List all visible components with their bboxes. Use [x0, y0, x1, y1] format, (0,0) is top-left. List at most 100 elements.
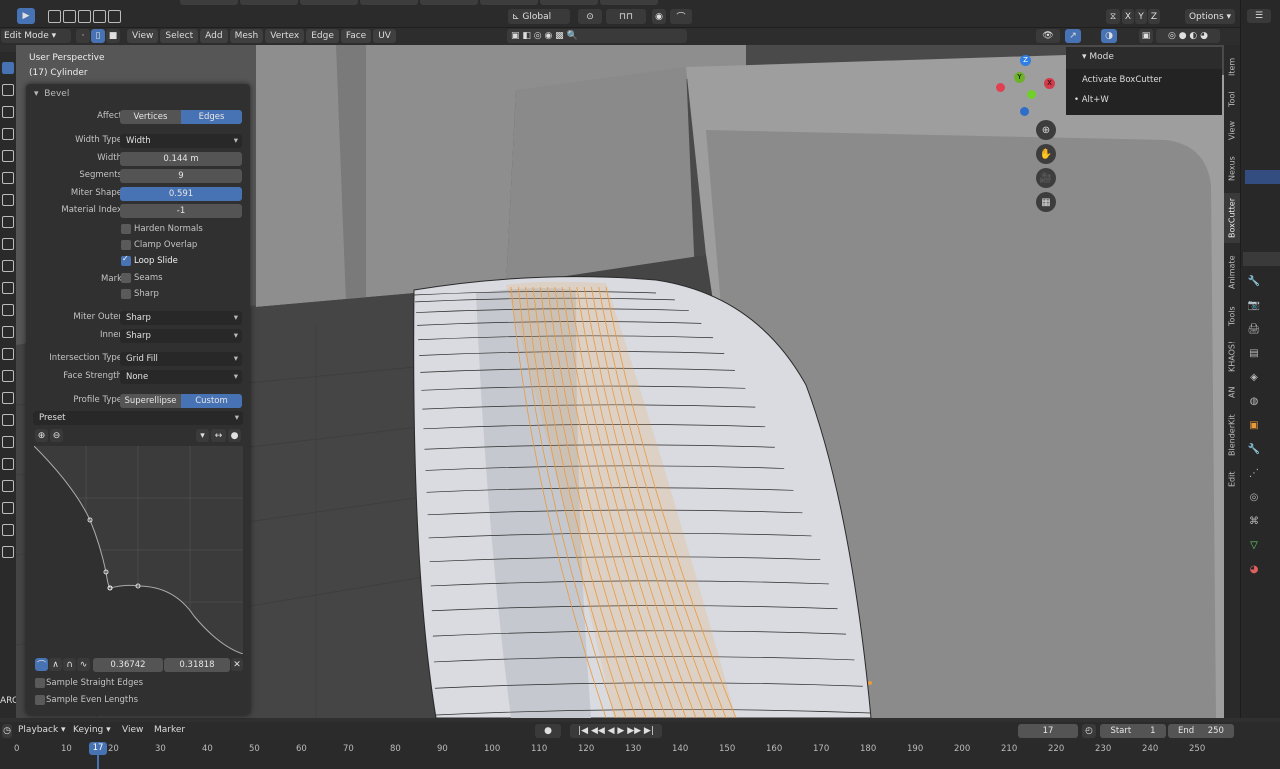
loop-slide-checkbox[interactable]: [121, 254, 131, 266]
curve-x-field[interactable]: 0.36742: [93, 658, 163, 672]
gizmo-y-axis[interactable]: Y: [1014, 72, 1025, 83]
curve-point-button[interactable]: ●: [228, 429, 241, 442]
menu-edge[interactable]: Edge: [306, 29, 339, 43]
zoom-in-curve-button[interactable]: ⊕: [35, 429, 48, 442]
face-strength-dropdown[interactable]: None: [120, 370, 242, 384]
annotate-tool-icon[interactable]: [2, 194, 14, 206]
options-dropdown[interactable]: Options ▾: [1185, 9, 1235, 24]
measure-tool-icon[interactable]: [2, 216, 14, 228]
gizmo-neg-z[interactable]: [1020, 107, 1029, 116]
vertex-select-mode[interactable]: ·: [76, 29, 90, 43]
camera-button[interactable]: 🎥: [1036, 168, 1056, 188]
playhead[interactable]: 17: [89, 742, 107, 755]
menu-mesh[interactable]: Mesh: [229, 29, 264, 43]
handle-aligned-button[interactable]: ∿: [77, 658, 90, 671]
menu-face[interactable]: Face: [340, 29, 372, 43]
xray-toggle[interactable]: ▣: [1139, 29, 1153, 43]
start-frame-field[interactable]: Start 1: [1100, 724, 1166, 738]
tab-view[interactable]: View: [1224, 117, 1240, 145]
menu-vertex[interactable]: Vertex: [265, 29, 305, 43]
overlay-toggle[interactable]: ◑: [1101, 29, 1117, 43]
transform-orientation-dropdown[interactable]: ⊾ Global: [508, 9, 570, 24]
playback-controls[interactable]: |◀ ◀◀ ◀ ▶ ▶▶ ▶|: [570, 724, 662, 738]
popup-title[interactable]: ▾ Mode: [1082, 52, 1114, 62]
inset-tool-icon[interactable]: [2, 260, 14, 272]
mirror-button[interactable]: ⧖: [1106, 9, 1120, 24]
activate-boxcutter-item[interactable]: Activate BoxCutter: [1082, 75, 1162, 85]
intersection-type-dropdown[interactable]: Grid Fill: [120, 352, 242, 366]
clamp-overlap-checkbox[interactable]: [121, 240, 131, 250]
workspace-tab[interactable]: [360, 0, 418, 5]
handle-auto-button[interactable]: ⌒: [35, 658, 48, 671]
zoom-out-curve-button[interactable]: ⊖: [50, 429, 63, 442]
polybuild-tool-icon[interactable]: [2, 348, 14, 360]
face-select-mode[interactable]: ■: [106, 29, 120, 43]
tab-nexus[interactable]: Nexus: [1224, 151, 1240, 187]
auto-keying-toggle[interactable]: ●: [535, 724, 561, 738]
pan-button[interactable]: ✋: [1036, 144, 1056, 164]
playback-menu[interactable]: Playback ▾: [18, 725, 66, 735]
output-properties-icon[interactable]: 🖨: [1243, 318, 1265, 342]
ortho-toggle-button[interactable]: ▦: [1036, 192, 1056, 212]
viewport-filter-bar[interactable]: ▣ ◧ ◎ ◉ ▩ 🔍: [507, 29, 687, 43]
preview-range-toggle[interactable]: ◴: [1082, 724, 1096, 738]
timeline-editor-icon[interactable]: ◷: [2, 724, 12, 738]
extra-tool-icon[interactable]: [2, 524, 14, 536]
end-frame-field[interactable]: End 250: [1168, 724, 1234, 738]
menu-uv[interactable]: UV: [373, 29, 396, 43]
tab-item[interactable]: Item: [1224, 53, 1240, 81]
menu-select[interactable]: Select: [160, 29, 199, 43]
pivot-point-dropdown[interactable]: ⊙: [578, 9, 602, 24]
handle-free-button[interactable]: ∩: [63, 658, 76, 671]
workspace-tab[interactable]: [300, 0, 358, 5]
select-tool-button[interactable]: ▶: [17, 8, 35, 24]
loopcut-tool-icon[interactable]: [2, 304, 14, 316]
select-tool-icon[interactable]: [2, 62, 14, 74]
seams-checkbox[interactable]: [121, 273, 131, 283]
miter-shape-slider[interactable]: 0.591: [120, 187, 242, 201]
gizmo-toggle[interactable]: ↗: [1065, 29, 1081, 43]
select-box-icon[interactable]: [48, 10, 61, 23]
material-properties-icon[interactable]: ◕: [1243, 558, 1265, 582]
workspace-tab[interactable]: [180, 0, 238, 5]
select-extend-icon[interactable]: [78, 10, 91, 23]
shear-tool-icon[interactable]: [2, 458, 14, 470]
slide-tool-icon[interactable]: [2, 414, 14, 426]
scale-tool-icon[interactable]: [2, 150, 14, 162]
shading-modes[interactable]: ◎ ● ◐ ◕: [1156, 29, 1220, 43]
tab-tool[interactable]: Tool: [1224, 87, 1240, 111]
tab-khaos[interactable]: KHAOS!: [1224, 337, 1240, 375]
width-type-dropdown[interactable]: Width: [120, 134, 242, 148]
snap-dropdown[interactable]: ⊓⊓: [606, 9, 646, 24]
tab-an[interactable]: AN: [1224, 381, 1240, 403]
shrink-tool-icon[interactable]: [2, 436, 14, 448]
profile-custom-button[interactable]: Custom: [181, 394, 242, 408]
gizmo-neg-y[interactable]: [1027, 90, 1036, 99]
workspace-tab[interactable]: [240, 0, 298, 5]
constraints-icon[interactable]: ⌘: [1243, 510, 1265, 534]
knife-tool-icon[interactable]: [2, 326, 14, 338]
gizmo-neg-x[interactable]: [996, 83, 1005, 92]
object-properties-icon[interactable]: ▣: [1243, 414, 1265, 438]
delete-point-button[interactable]: ✕: [231, 658, 243, 671]
bevel-panel-header[interactable]: ▾ Bevel: [34, 89, 69, 99]
workspace-tab[interactable]: [480, 0, 538, 5]
tab-boxcutter[interactable]: BoxCutter: [1224, 193, 1240, 243]
material-index-field[interactable]: -1: [120, 204, 242, 218]
width-field[interactable]: 0.144 m: [120, 152, 242, 166]
tab-edit[interactable]: Edit: [1224, 467, 1240, 491]
select-subtract-icon[interactable]: [93, 10, 106, 23]
render-properties-icon[interactable]: 📷: [1243, 294, 1265, 318]
mode-dropdown[interactable]: Edit Mode ▾: [1, 29, 71, 43]
timeline-view-menu[interactable]: View: [122, 725, 143, 735]
select-new-icon[interactable]: [63, 10, 76, 23]
curve-menu-button[interactable]: ▾: [196, 429, 209, 442]
segments-field[interactable]: 9: [120, 169, 242, 183]
handle-vector-button[interactable]: ∧: [49, 658, 62, 671]
transform-tool-icon[interactable]: [2, 172, 14, 184]
rip-tool-icon[interactable]: [2, 480, 14, 492]
gizmo-x-axis[interactable]: X: [1044, 78, 1055, 89]
falloff-dropdown[interactable]: ⌒: [670, 9, 692, 24]
tab-animate[interactable]: Animate: [1224, 249, 1240, 295]
cursor-tool-icon[interactable]: [2, 84, 14, 96]
